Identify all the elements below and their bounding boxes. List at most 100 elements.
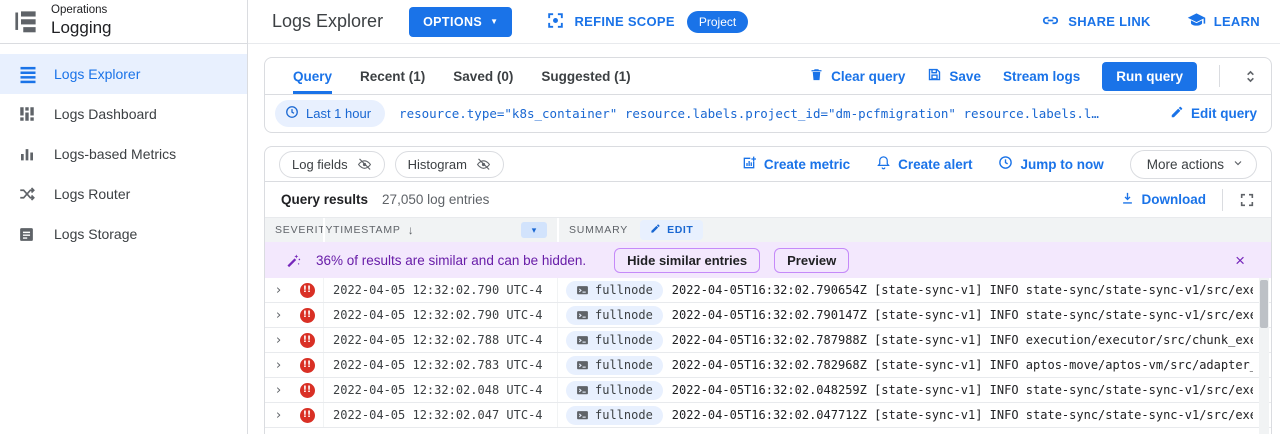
sidebar-item-logs-dashboard[interactable]: Logs Dashboard bbox=[0, 94, 247, 134]
divider bbox=[1219, 65, 1220, 87]
options-button[interactable]: OPTIONS ▼ bbox=[409, 7, 512, 37]
scope-badge[interactable]: Project bbox=[687, 11, 748, 33]
sidebar-item-label: Logs-based Metrics bbox=[54, 146, 176, 162]
expand-chevron-icon[interactable]: › bbox=[265, 278, 291, 302]
timestamp-dropdown-button[interactable]: ▾ bbox=[521, 222, 547, 238]
close-icon[interactable]: × bbox=[1227, 252, 1253, 269]
refine-scope-button[interactable]: REFINE SCOPE bbox=[546, 11, 674, 33]
save-button[interactable]: Save bbox=[927, 67, 981, 85]
trash-icon bbox=[809, 67, 824, 85]
tab-recent[interactable]: Recent (1) bbox=[360, 58, 425, 94]
container-badge[interactable]: fullnode bbox=[566, 406, 663, 425]
log-fields-label: Log fields bbox=[292, 157, 348, 172]
container-icon bbox=[576, 309, 589, 322]
edit-summary-button[interactable]: EDIT bbox=[640, 220, 703, 240]
badge-label: fullnode bbox=[595, 308, 653, 322]
clear-query-button[interactable]: Clear query bbox=[809, 67, 905, 85]
tab-saved[interactable]: Saved (0) bbox=[453, 58, 513, 94]
error-severity-icon: !! bbox=[300, 308, 315, 323]
collapse-expand-icon[interactable] bbox=[1242, 68, 1259, 85]
container-badge[interactable]: fullnode bbox=[566, 281, 663, 300]
tab-query[interactable]: Query bbox=[293, 58, 332, 94]
container-badge[interactable]: fullnode bbox=[566, 331, 663, 350]
logs-dashboard-icon bbox=[18, 104, 38, 124]
log-row[interactable]: › !! 2022-04-05 12:32:02.790 UTC-4 fulln… bbox=[265, 303, 1271, 328]
summary-cell: fullnode 2022-04-05T16:32:02.790147Z [st… bbox=[557, 303, 1271, 327]
query-actions: Clear query Save Stream logs Run query bbox=[809, 62, 1259, 91]
page-title: Logs Explorer bbox=[272, 11, 383, 32]
log-summary-text: 2022-04-05T16:32:02.782968Z [state-sync-… bbox=[672, 358, 1253, 372]
log-fields-toggle[interactable]: Log fields bbox=[279, 151, 385, 178]
save-label: Save bbox=[949, 69, 981, 84]
timestamp-cell: 2022-04-05 12:32:02.790 UTC-4 bbox=[323, 278, 557, 302]
log-row[interactable]: › !! 2022-04-05 12:32:02.783 UTC-4 fulln… bbox=[265, 353, 1271, 378]
preview-button[interactable]: Preview bbox=[774, 248, 849, 273]
topbar: Logs Explorer OPTIONS ▼ REFINE SCOPE Pro… bbox=[248, 0, 1280, 44]
error-severity-icon: !! bbox=[300, 383, 315, 398]
container-badge[interactable]: fullnode bbox=[566, 306, 663, 325]
create-alert-button[interactable]: Create alert bbox=[876, 155, 972, 173]
run-query-button[interactable]: Run query bbox=[1102, 62, 1197, 91]
timestamp-cell: 2022-04-05 12:32:02.788 UTC-4 bbox=[323, 328, 557, 352]
time-range-chip[interactable]: Last 1 hour bbox=[275, 100, 385, 127]
sidebar-item-logs-explorer[interactable]: Logs Explorer bbox=[0, 54, 247, 94]
divider bbox=[1222, 189, 1223, 211]
sidebar: Operations Logging Logs Explorer bbox=[0, 0, 248, 434]
jump-to-now-button[interactable]: Jump to now bbox=[998, 155, 1103, 173]
column-timestamp[interactable]: TIMESTAMP ↓ ▾ bbox=[323, 218, 557, 242]
create-metric-button[interactable]: Create metric bbox=[741, 155, 850, 174]
badge-label: fullnode bbox=[595, 358, 653, 372]
container-badge[interactable]: fullnode bbox=[566, 356, 663, 375]
more-actions-button[interactable]: More actions bbox=[1130, 150, 1257, 179]
log-row[interactable]: › !! 2022-04-05 12:32:02.047 UTC-4 fulln… bbox=[265, 403, 1271, 428]
share-link-button[interactable]: SHARE LINK bbox=[1041, 11, 1150, 33]
edit-query-button[interactable]: Edit query bbox=[1170, 105, 1257, 122]
log-summary-text: 2022-04-05T16:32:02.790147Z [state-sync-… bbox=[672, 308, 1253, 322]
expand-chevron-icon[interactable]: › bbox=[265, 303, 291, 327]
vertical-scrollbar[interactable] bbox=[1259, 278, 1269, 434]
clock-icon bbox=[998, 155, 1013, 173]
histogram-toggle[interactable]: Histogram bbox=[395, 151, 504, 178]
expand-chevron-icon[interactable]: › bbox=[265, 378, 291, 402]
sidebar-item-logs-based-metrics[interactable]: Logs-based Metrics bbox=[0, 134, 247, 174]
sidebar-item-logs-router[interactable]: Logs Router bbox=[0, 174, 247, 214]
log-row[interactable]: › !! 2022-04-05 12:32:02.790 UTC-4 fulln… bbox=[265, 278, 1271, 303]
scrollbar-thumb[interactable] bbox=[1260, 280, 1268, 328]
expand-chevron-icon[interactable]: › bbox=[265, 403, 291, 427]
log-row[interactable]: › !! 2022-04-05 12:32:02.788 UTC-4 fulln… bbox=[265, 328, 1271, 353]
tab-suggested[interactable]: Suggested (1) bbox=[541, 58, 630, 94]
sidebar-item-label: Logs Dashboard bbox=[54, 106, 157, 122]
sort-desc-icon[interactable]: ↓ bbox=[408, 223, 414, 237]
logs-storage-icon bbox=[18, 224, 38, 244]
pencil-icon bbox=[1170, 105, 1184, 122]
similar-entries-banner: 36% of results are similar and can be hi… bbox=[265, 242, 1271, 278]
eye-off-icon bbox=[476, 157, 491, 172]
log-row[interactable]: › !! 2022-04-05 12:32:02.048 UTC-4 fulln… bbox=[265, 378, 1271, 403]
learn-button[interactable]: LEARN bbox=[1187, 11, 1260, 33]
share-link-label: SHARE LINK bbox=[1068, 14, 1150, 29]
sidebar-item-label: Logs Router bbox=[54, 186, 130, 202]
logging-logo-icon bbox=[12, 8, 39, 35]
bell-icon bbox=[876, 155, 891, 173]
edit-label: EDIT bbox=[667, 224, 693, 236]
logs-router-icon bbox=[18, 184, 38, 204]
download-label: Download bbox=[1142, 192, 1207, 207]
sidebar-header: Operations Logging bbox=[0, 0, 247, 44]
time-range-label: Last 1 hour bbox=[306, 106, 371, 121]
download-button[interactable]: Download bbox=[1120, 191, 1207, 209]
sidebar-item-logs-storage[interactable]: Logs Storage bbox=[0, 214, 247, 254]
container-badge[interactable]: fullnode bbox=[566, 381, 663, 400]
query-input[interactable]: resource.type="k8s_container" resource.l… bbox=[399, 106, 1156, 121]
sidebar-nav: Logs Explorer Logs Dashboard bbox=[0, 44, 247, 254]
results-toolbar-right: Create metric Create alert bbox=[741, 150, 1257, 179]
hide-similar-entries-button[interactable]: Hide similar entries bbox=[614, 248, 760, 273]
expand-chevron-icon[interactable]: › bbox=[265, 353, 291, 377]
stream-logs-button[interactable]: Stream logs bbox=[1003, 69, 1080, 84]
banner-message: 36% of results are similar and can be hi… bbox=[316, 253, 586, 268]
expand-chevron-icon[interactable]: › bbox=[265, 328, 291, 352]
fullscreen-icon[interactable] bbox=[1239, 192, 1255, 208]
timestamp-cell: 2022-04-05 12:32:02.047 UTC-4 bbox=[323, 403, 557, 427]
severity-cell: !! bbox=[291, 353, 323, 377]
severity-cell: !! bbox=[291, 378, 323, 402]
query-builder-card: Query Recent (1) Saved (0) Suggested (1)… bbox=[264, 57, 1272, 133]
